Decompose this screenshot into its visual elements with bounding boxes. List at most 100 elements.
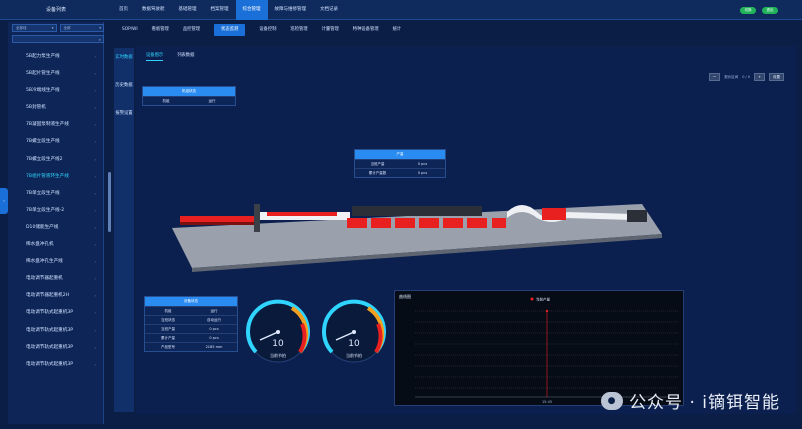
logout-button[interactable]: 退出 <box>762 7 778 14</box>
module-tab[interactable]: 统计 <box>393 24 402 36</box>
sidebar-scrollbar[interactable] <box>108 172 111 232</box>
search-icon: ⌕ <box>98 37 101 42</box>
module-tab-active[interactable]: 状态监测 <box>214 24 246 36</box>
line-item[interactable]: 电动调节轨式起重机3P › <box>8 322 104 339</box>
card-row: 累计产量 0 pcs <box>145 333 237 342</box>
wechat-icon: ● <box>601 391 624 410</box>
line-item-label: 电动调节轨式起重机3P <box>26 327 74 333</box>
line-item[interactable]: 电动调节器起重机2H › <box>8 287 104 304</box>
series-point <box>545 309 549 313</box>
tab-alarm-settings[interactable]: 报警设置 <box>114 104 134 132</box>
module-tab[interactable]: 品控管理 <box>183 24 200 36</box>
line-select[interactable]: 全部线 ▾ <box>12 24 57 32</box>
unit-status-card: 机组状态 机组 运行 <box>142 86 236 106</box>
card-title: 产量 <box>355 150 445 159</box>
top-nav-item[interactable]: 首页 <box>112 0 135 20</box>
device-status-card: 设备状态 机组 运行 当班状态 自动运行 当班产量 0 pcs 累计产量 0 pcs 产… <box>144 296 238 352</box>
line-item-label: 电动调节轨式起重机3P <box>26 344 74 350</box>
line-item[interactable]: 7B单立段生产线-2 › <box>8 202 104 219</box>
line-item[interactable]: 7B螺立段生产线 › <box>8 133 104 150</box>
line-item-label: 7B单立段生产线-2 <box>26 207 65 213</box>
search-input[interactable]: ⌕ <box>12 35 104 43</box>
line-item[interactable]: 5B起片管生产线 › <box>8 65 104 82</box>
gauge-hub <box>276 330 280 334</box>
line-item[interactable]: 电动调节轨式起重机3P › <box>8 339 104 356</box>
line-item[interactable]: 7B螺立段生产线2 › <box>8 151 104 168</box>
line-item[interactable]: 5B起力泵生产线 › <box>8 48 104 65</box>
legend-label: 当前产量 <box>536 297 550 302</box>
module-tab[interactable]: 计量管理 <box>322 24 339 36</box>
card-row: 产品型号 2185 mm <box>145 342 237 351</box>
line-item[interactable]: 7B凝固泵制液生产线 › <box>8 116 104 133</box>
card-value: 0 pcs <box>417 171 428 175</box>
top-nav-item[interactable]: 故障与维修管理 <box>268 0 314 20</box>
module-tab[interactable]: SOP/WI <box>122 24 138 36</box>
line-item-label: 电动调节器起重机 <box>26 276 63 282</box>
view-controls: 一 报价区间 0 / 0 + 设置 <box>708 73 784 81</box>
top-nav-item[interactable]: 数据驾驶舱 <box>135 0 172 20</box>
line-item[interactable]: 电动调节器起重机 › <box>8 270 104 287</box>
line-item[interactable]: 5B封管机 › <box>8 99 104 116</box>
gauge-caption: 当前节拍 <box>346 352 362 358</box>
chevron-right-icon: › <box>94 105 96 111</box>
tab-diagram[interactable]: 设备图示 <box>146 52 164 61</box>
sidebar: 全部线 ▾ 全部 ▾ ⌕ 5B起力泵生产线 › 5B起片管生产线 › 5B冷端线生产线 ›… <box>8 22 111 424</box>
line-item-label: 7B螺立段生产线2 <box>26 156 63 162</box>
module-tab[interactable]: 特种设备管理 <box>353 24 379 36</box>
line-item-label: 电动调节轨式起重机3P <box>26 310 74 316</box>
chevron-right-icon: › <box>94 361 96 367</box>
line-item-label: 7B螺立段生产线 <box>26 139 60 145</box>
chevron-right-icon: › <box>94 327 96 333</box>
card-key: 产品型号 <box>161 345 175 349</box>
card-value: 2185 mm <box>205 345 223 349</box>
gauge-caption: 当前节拍 <box>270 352 286 358</box>
line-item-label: 5B冷端线生产线 <box>26 88 60 94</box>
line-select-value: 全部线 <box>16 26 27 30</box>
card-value: 自动运行 <box>207 318 221 322</box>
sidebar-collapse-handle[interactable]: › <box>0 188 8 214</box>
zoom-in-button[interactable]: + <box>754 73 765 81</box>
switch-button[interactable]: 切换 <box>740 7 756 14</box>
main-panel: 设备图示 列表数据 一 报价区间 0 / 0 + 设置 机组状态 机组 运行 产… <box>136 46 796 414</box>
module-nav: SOP/WI 看板管理 品控管理 状态监测 设备控制 巡检管理 计量管理 特种设… <box>112 24 796 36</box>
module-tab[interactable]: 看板管理 <box>152 24 169 36</box>
top-nav-item[interactable]: 文档记录 <box>313 0 345 20</box>
chevron-right-icon: › <box>94 122 96 128</box>
card-value: 0 pcs <box>209 336 219 340</box>
gauge-value: 10 <box>348 339 360 349</box>
line-item[interactable]: 稀水盘冲孔生产线 › <box>8 253 104 270</box>
chevron-right-icon: › <box>94 276 96 282</box>
tab-history[interactable]: 历史数据 <box>114 76 134 104</box>
card-row: 当班产量 0 pcs <box>355 159 445 168</box>
top-nav-item[interactable]: 基础管理 <box>172 0 204 20</box>
module-tab[interactable]: 巡检管理 <box>290 24 307 36</box>
press-column <box>254 204 260 232</box>
chevron-right-icon: › <box>94 156 96 162</box>
line-item[interactable]: 电动调节轨式起重机3P › <box>8 356 104 373</box>
range-label: 报价区间 <box>724 74 739 79</box>
line-item-active[interactable]: 7B组片管液环生产线 › <box>8 168 104 185</box>
settings-button[interactable]: 设置 <box>769 73 784 81</box>
tab-realtime[interactable]: 实时数据 <box>114 48 134 76</box>
top-nav-item-active[interactable]: 综合管理 <box>235 0 268 20</box>
line-item[interactable]: D10储能生产线 › <box>8 219 104 236</box>
x-tick-label: 15:45 <box>542 400 552 404</box>
card-row: 当班产量 0 pcs <box>145 324 237 333</box>
zoom-out-button[interactable]: 一 <box>708 73 721 81</box>
chevron-right-icon: › <box>94 190 96 196</box>
line-item[interactable]: 稀水盘冲孔机 › <box>8 236 104 253</box>
module-tab[interactable]: 设备控制 <box>259 24 276 36</box>
top-nav-item[interactable]: 档案管理 <box>204 0 236 20</box>
line-item[interactable]: 5B冷端线生产线 › <box>8 82 104 99</box>
card-row: 机组 运行 <box>145 306 237 315</box>
tab-list-data[interactable]: 列表数据 <box>177 52 194 61</box>
top-bar: 设备列表 首页 数据驾驶舱 基础管理 档案管理 综合管理 故障与维修管理 文档记… <box>0 0 802 20</box>
line-item[interactable]: 7B单立段生产线 › <box>8 185 104 202</box>
line-item[interactable]: 电动调节轨式起重机3P › <box>8 304 104 321</box>
card-key: 机组 <box>164 309 172 313</box>
view-tabs: 实时数据 历史数据 报警设置 <box>114 48 134 412</box>
line-item-label: 5B起片管生产线 <box>26 71 60 77</box>
card-value: 0 pcs <box>417 162 428 166</box>
type-select[interactable]: 全部 ▾ <box>59 24 104 32</box>
chevron-right-icon: › <box>94 310 96 316</box>
